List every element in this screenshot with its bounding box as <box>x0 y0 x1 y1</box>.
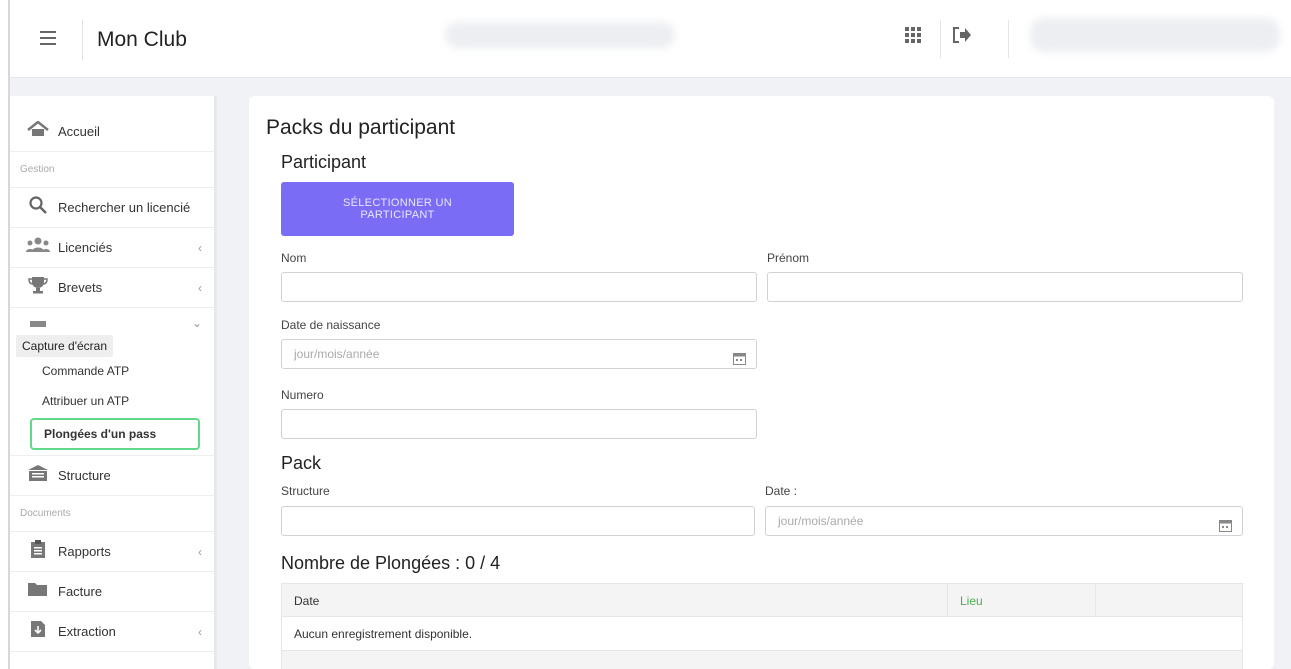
dob-label: Date de naissance <box>281 318 381 332</box>
sidebar-item-label: Facture <box>58 584 103 599</box>
page-title: Packs du participant <box>266 116 456 139</box>
nom-label: Nom <box>281 251 307 265</box>
section-gestion: Gestion <box>10 152 214 188</box>
search-icon <box>26 196 50 219</box>
clipboard-icon <box>26 540 50 563</box>
sidebar-item-label: Extraction <box>58 624 116 639</box>
select-participant-button[interactable]: SÉLECTIONNER UN PARTICIPANT <box>281 182 514 236</box>
calendar-icon[interactable] <box>1219 513 1232 541</box>
date-placeholder: jour/mois/année <box>778 514 864 528</box>
sidebar-item-label: Brevets <box>58 280 103 295</box>
main-card: Packs du participant Participant SÉLECTI… <box>249 96 1274 669</box>
sidebar-item-label: Rapports <box>58 544 111 559</box>
sidebar-subitem-attribuer-atp[interactable]: Attribuer un ATP <box>10 386 214 416</box>
apps-grid-icon[interactable] <box>905 26 921 49</box>
top-bar: Mon Club <box>10 0 1291 78</box>
dob-placeholder: jour/mois/année <box>294 347 380 361</box>
sidebar-subitem-commande-atp[interactable]: Commande ATP <box>10 356 214 386</box>
calendar-icon <box>26 311 50 332</box>
sidebar-item-brevets[interactable]: Brevets ‹ <box>10 268 214 308</box>
topbar-divider <box>1008 20 1009 58</box>
column-header-lieu[interactable]: Lieu <box>948 584 1096 616</box>
sidebar-item-structure[interactable]: Structure <box>10 456 214 496</box>
column-header-actions <box>1096 584 1242 616</box>
screenshot-tooltip: Capture d'écran <box>16 335 114 357</box>
numero-label: Numero <box>281 388 324 402</box>
pack-heading: Pack <box>281 453 322 473</box>
dives-table: Date Lieu Aucun enregistrement disponibl… <box>281 583 1243 669</box>
table-footer <box>281 651 1243 669</box>
structure-input[interactable] <box>281 506 755 536</box>
pack-date-input[interactable]: jour/mois/année <box>765 506 1243 536</box>
prenom-label: Prénom <box>767 251 810 265</box>
home-icon <box>26 120 50 142</box>
sidebar-item-facture[interactable]: Facture <box>10 572 214 612</box>
section-documents: Documents <box>10 496 214 532</box>
sidebar-item-licencies[interactable]: Licenciés ‹ <box>10 228 214 268</box>
blurred-header-info <box>445 22 675 48</box>
structure-label: Structure <box>281 484 330 498</box>
blurred-user-info <box>1030 18 1280 52</box>
nom-input[interactable] <box>281 272 757 302</box>
table-empty-row: Aucun enregistrement disponible. <box>281 617 1243 651</box>
app-title: Mon Club <box>82 20 187 60</box>
chevron-down-icon: ⌄ <box>191 316 202 330</box>
dives-count-heading: Nombre de Plongées : 0 / 4 <box>281 553 501 573</box>
download-file-icon <box>26 620 50 643</box>
table-header: Date Lieu <box>281 583 1243 617</box>
sidebar-item-label: Structure <box>58 468 111 483</box>
chevron-left-icon: ‹ <box>198 545 202 559</box>
menu-icon[interactable] <box>40 31 56 45</box>
sidebar: Accueil Gestion Rechercher un licencié L… <box>10 96 217 669</box>
chevron-left-icon: ‹ <box>198 241 202 255</box>
sidebar-item-accueil[interactable]: Accueil <box>10 112 214 152</box>
sidebar-item-label: Accueil <box>58 124 100 139</box>
building-icon <box>26 464 50 487</box>
numero-input[interactable] <box>281 409 757 439</box>
chevron-left-icon: ‹ <box>198 281 202 295</box>
sidebar-item-label: Licenciés <box>58 240 113 255</box>
sidebar-subitem-plongees-pass[interactable]: Plongées d'un pass <box>30 418 200 450</box>
users-icon <box>26 237 50 258</box>
sidebar-item-extraction[interactable]: Extraction ‹ <box>10 612 214 652</box>
sidebar-item-label: Rechercher un licencié <box>58 200 191 215</box>
sidebar-item-rechercher[interactable]: Rechercher un licencié <box>10 188 214 228</box>
calendar-icon[interactable] <box>733 346 746 374</box>
dob-input[interactable]: jour/mois/année <box>281 339 757 369</box>
logout-icon[interactable] <box>952 26 972 50</box>
window-left-edge <box>0 0 10 669</box>
sidebar-item-rapports[interactable]: Rapports ‹ <box>10 532 214 572</box>
trophy-icon <box>26 276 50 299</box>
chevron-left-icon: ‹ <box>198 625 202 639</box>
topbar-divider <box>940 20 941 58</box>
participant-heading: Participant <box>281 152 367 172</box>
prenom-input[interactable] <box>767 272 1243 302</box>
column-header-date[interactable]: Date <box>282 584 948 616</box>
date-label: Date : <box>765 484 798 498</box>
folder-icon <box>26 581 50 602</box>
